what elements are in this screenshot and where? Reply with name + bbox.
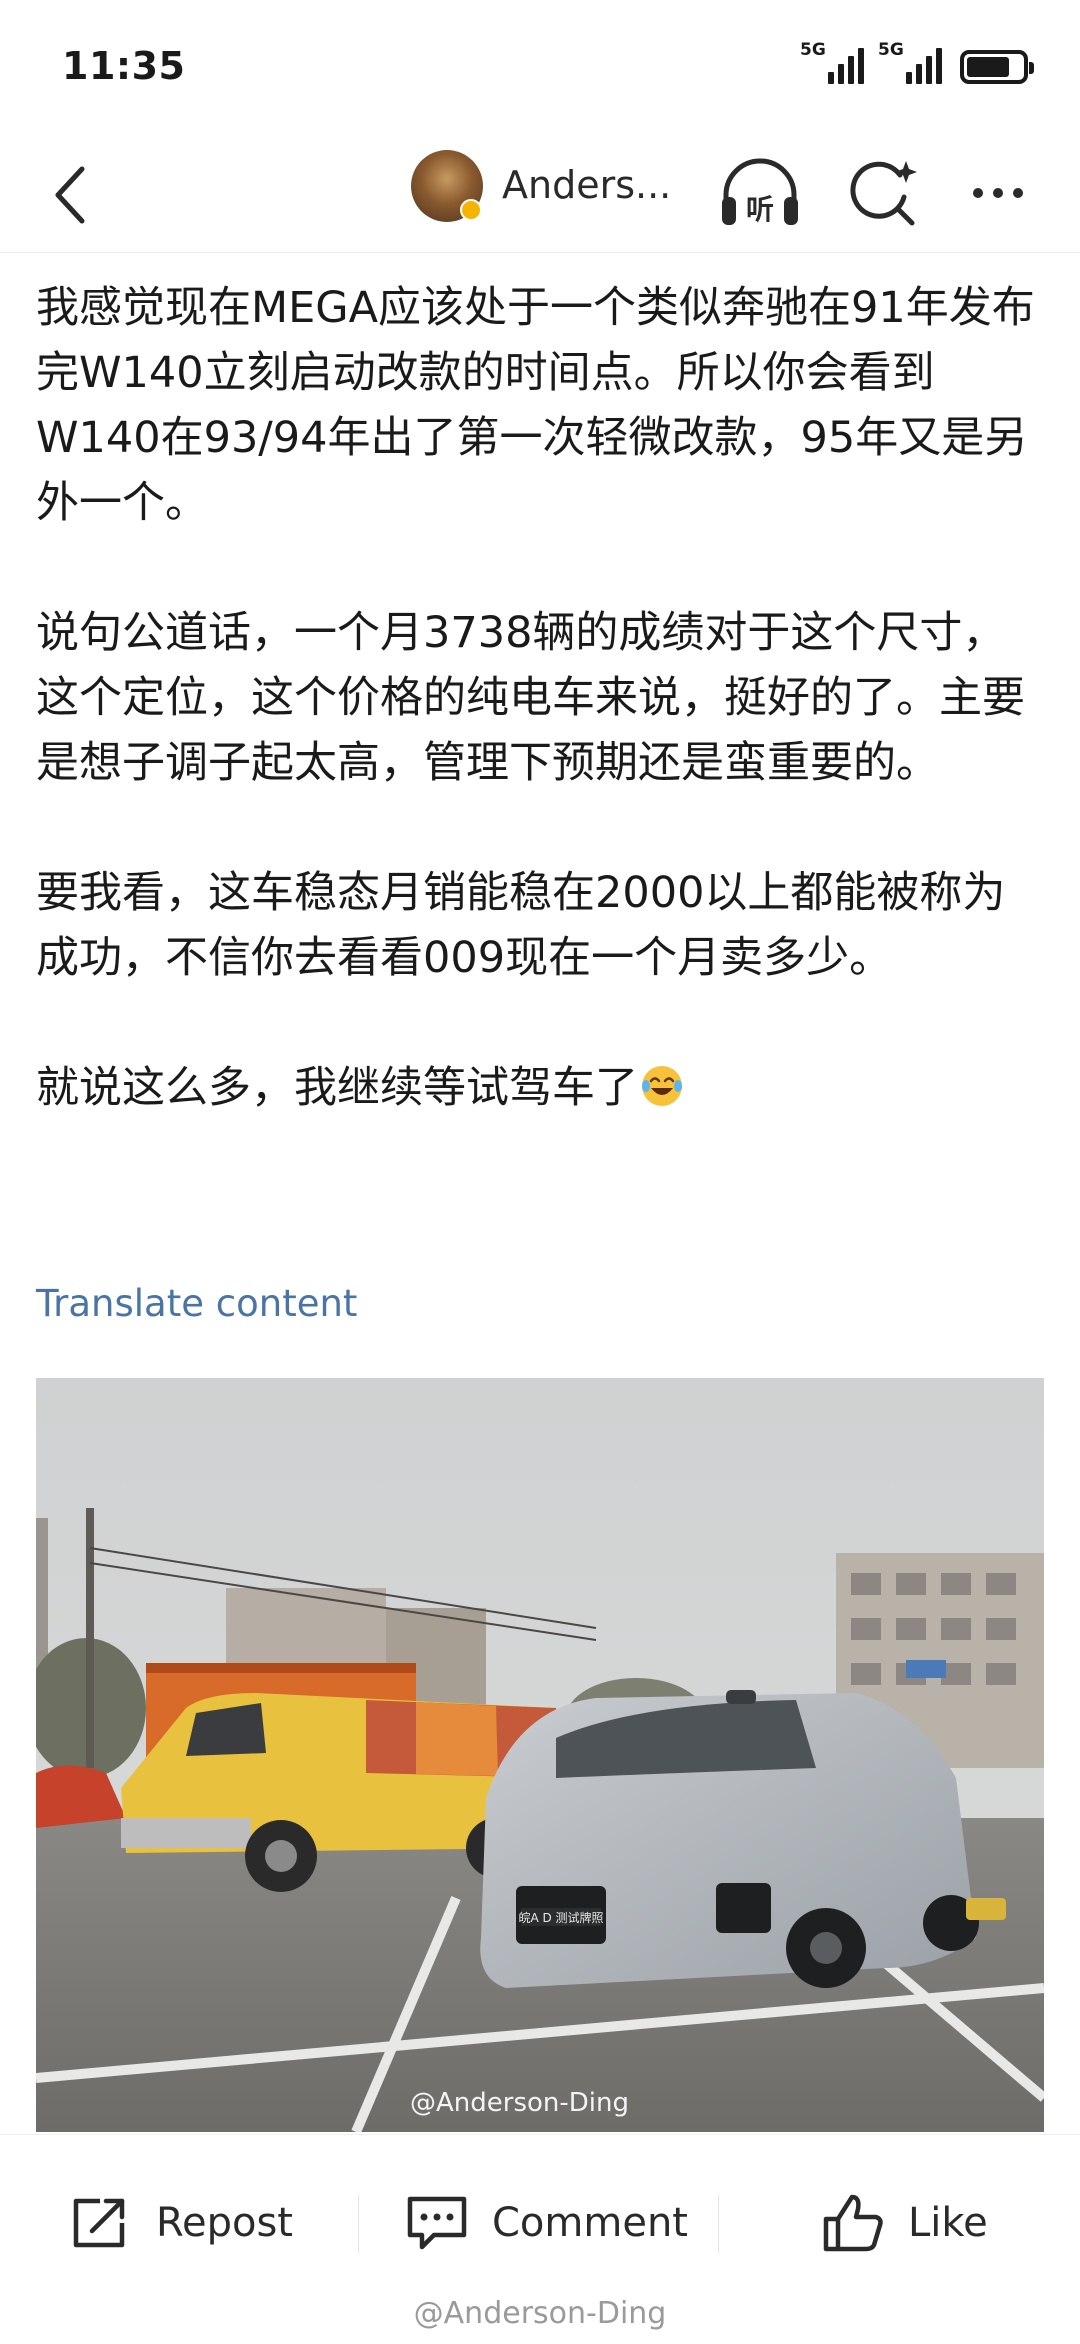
action-divider [358,2195,359,2253]
post-paragraph-last: 就说这么多，我继续等试驾车了 [36,1056,1046,1121]
footer-watermark: @Anderson-Ding [413,2296,667,2331]
status-icons: 5G 5G [800,40,1034,84]
laughing-tears-emoji-icon [642,1066,682,1106]
network-type-label: 5G [878,40,904,60]
like-label: Like [908,2200,988,2246]
post-paragraph-text: 就说这么多，我继续等试驾车了 [36,1063,638,1113]
network-type-label: 5G [800,40,826,60]
image-watermark: @Anderson-Ding [410,2088,629,2118]
status-bar: 11:35 5G 5G [0,0,1080,135]
post-paragraph: 要我看，这车稳态月销能稳在2000以上都能被称为成功，不信你去看看009现在一个… [36,868,1006,983]
translate-content-link[interactable]: Translate content [36,1282,357,1325]
comment-label: Comment [492,2200,688,2246]
like-button[interactable]: Like [820,2191,988,2255]
status-time: 11:35 [62,44,186,88]
battery-icon [960,50,1034,84]
repost-label: Repost [156,2200,293,2246]
repost-button[interactable]: Repost [70,2191,293,2255]
post-image[interactable]: 皖A D 测试牌照 [36,1378,1044,2132]
car-photo-illustration: 皖A D 测试牌照 [36,1378,1044,2132]
headphones-icon: 听 [722,158,798,226]
more-dot-icon [973,188,983,198]
action-divider [718,2195,719,2253]
action-bar: Repost Comment Like [0,2134,1080,2294]
signal-icon: 5G [878,40,942,84]
search-button[interactable] [842,153,922,233]
search-sparkle-icon [850,161,917,226]
repost-icon [73,2198,125,2248]
signal-icon: 5G [800,40,864,84]
listen-label: 听 [746,193,774,226]
comment-button[interactable]: Comment [404,2191,688,2255]
more-dot-icon [1013,188,1023,198]
more-options-button[interactable] [958,153,1038,233]
listen-button[interactable]: 听 [716,153,804,233]
post-paragraph: 我感觉现在MEGA应该处于一个类似奔驰在91年发布完W140立刻启动改款的时间点… [36,283,1035,528]
verified-badge-icon [460,199,482,221]
back-button[interactable] [30,155,110,235]
comment-icon [407,2196,467,2250]
thumbs-up-icon [823,2194,883,2252]
post-content: 我感觉现在MEGA应该处于一个类似奔驰在91年发布完W140立刻启动改款的时间点… [36,276,1046,1121]
author-name[interactable]: Anders... [502,163,671,207]
more-dot-icon [993,188,1003,198]
post-paragraph: 说句公道话，一个月3738辆的成绩对于这个尺寸，这个定位，这个价格的纯电车来说，… [36,608,1025,788]
chevron-left-icon [55,166,85,224]
post-header: Anders... 听 [0,135,1080,253]
license-plate-text: 皖A D 测试牌照 [518,1910,603,1925]
